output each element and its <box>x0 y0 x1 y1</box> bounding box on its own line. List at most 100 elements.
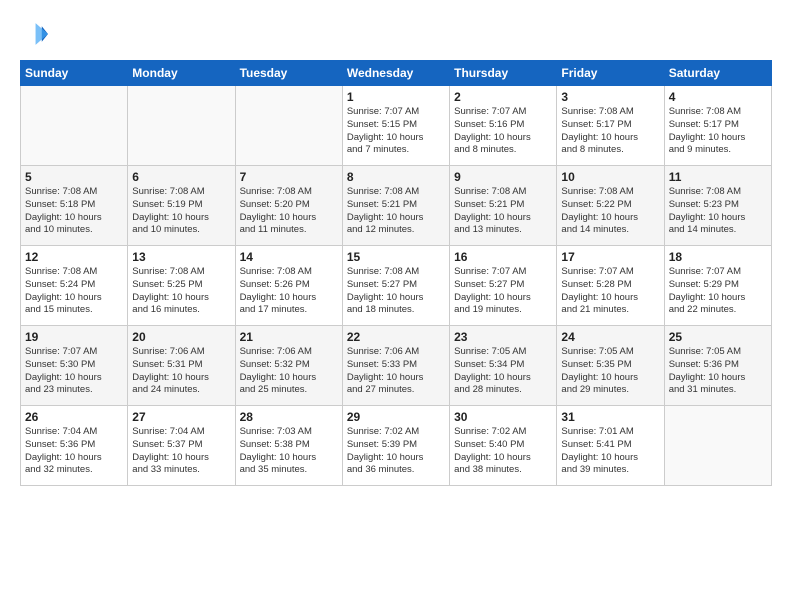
calendar-cell: 7Sunrise: 7:08 AM Sunset: 5:20 PM Daylig… <box>235 166 342 246</box>
day-number: 14 <box>240 250 338 264</box>
calendar-cell: 21 Sunrise: 7:06 AM Sunset: 5:32 PM Dayli… <box>235 326 342 406</box>
day-number: 10 <box>561 170 659 184</box>
calendar-cell: 25Sunrise: 7:05 AM Sunset: 5:36 PM Dayli… <box>664 326 771 406</box>
day-number: 31 <box>561 410 659 424</box>
day-info: Sunrise: 7:06 AM Sunset: 5:31 PM Dayligh… <box>132 346 230 397</box>
day-info: Sunrise: 7:07 AM Sunset: 5:29 PM Dayligh… <box>669 266 767 317</box>
calendar-cell: 5 Sunrise: 7:08 AM Sunset: 5:18 PM Daylig… <box>21 166 128 246</box>
day-number: 28 <box>240 410 338 424</box>
day-info: Sunrise: 7:01 AM Sunset: 5:41 PM Dayligh… <box>561 426 659 477</box>
day-number: 3 <box>561 90 659 104</box>
day-info: Sunrise: 7:07 AM Sunset: 5:27 PM Dayligh… <box>454 266 552 317</box>
calendar-cell: 6 Sunrise: 7:08 AM Sunset: 5:19 PM Daylig… <box>128 166 235 246</box>
calendar-cell: 30 Sunrise: 7:02 AM Sunset: 5:40 PM Dayli… <box>450 406 557 486</box>
calendar-cell: 20 Sunrise: 7:06 AM Sunset: 5:31 PM Dayli… <box>128 326 235 406</box>
day-info: Sunrise: 7:08 AM Sunset: 5:25 PM Dayligh… <box>132 266 230 317</box>
logo-icon <box>20 20 48 48</box>
weekday-header-wednesday: Wednesday <box>342 61 449 86</box>
logo <box>20 20 52 48</box>
day-number: 16 <box>454 250 552 264</box>
day-info: Sunrise: 7:06 AM Sunset: 5:33 PM Dayligh… <box>347 346 445 397</box>
calendar-cell: 31 Sunrise: 7:01 AM Sunset: 5:41 PM Dayli… <box>557 406 664 486</box>
day-number: 9 <box>454 170 552 184</box>
calendar-cell: 13 Sunrise: 7:08 AM Sunset: 5:25 PM Dayli… <box>128 246 235 326</box>
day-number: 20 <box>132 330 230 344</box>
calendar-cell: 3 Sunrise: 7:08 AM Sunset: 5:17 PM Daylig… <box>557 86 664 166</box>
day-number: 5 <box>25 170 123 184</box>
weekday-header-row: SundayMondayTuesdayWednesdayThursdayFrid… <box>21 61 772 86</box>
day-number: 11 <box>669 170 767 184</box>
day-number: 6 <box>132 170 230 184</box>
day-info: Sunrise: 7:05 AM Sunset: 5:35 PM Dayligh… <box>561 346 659 397</box>
calendar-cell <box>128 86 235 166</box>
calendar-cell: 26Sunrise: 7:04 AM Sunset: 5:36 PM Dayli… <box>21 406 128 486</box>
calendar-cell: 10 Sunrise: 7:08 AM Sunset: 5:22 PM Dayli… <box>557 166 664 246</box>
weekday-header-sunday: Sunday <box>21 61 128 86</box>
day-info: Sunrise: 7:02 AM Sunset: 5:39 PM Dayligh… <box>347 426 445 477</box>
day-info: Sunrise: 7:03 AM Sunset: 5:38 PM Dayligh… <box>240 426 338 477</box>
day-number: 8 <box>347 170 445 184</box>
weekday-header-thursday: Thursday <box>450 61 557 86</box>
calendar-cell: 2 Sunrise: 7:07 AM Sunset: 5:16 PM Daylig… <box>450 86 557 166</box>
calendar-table: SundayMondayTuesdayWednesdayThursdayFrid… <box>20 60 772 486</box>
day-info: Sunrise: 7:08 AM Sunset: 5:22 PM Dayligh… <box>561 186 659 237</box>
day-info: Sunrise: 7:04 AM Sunset: 5:36 PM Dayligh… <box>25 426 123 477</box>
calendar-cell: 15Sunrise: 7:08 AM Sunset: 5:27 PM Dayli… <box>342 246 449 326</box>
calendar-cell: 17 Sunrise: 7:07 AM Sunset: 5:28 PM Dayli… <box>557 246 664 326</box>
calendar-cell: 29 Sunrise: 7:02 AM Sunset: 5:39 PM Dayli… <box>342 406 449 486</box>
day-number: 22 <box>347 330 445 344</box>
calendar-cell: 22 Sunrise: 7:06 AM Sunset: 5:33 PM Dayli… <box>342 326 449 406</box>
day-info: Sunrise: 7:07 AM Sunset: 5:15 PM Dayligh… <box>347 106 445 157</box>
weekday-header-tuesday: Tuesday <box>235 61 342 86</box>
day-info: Sunrise: 7:07 AM Sunset: 5:30 PM Dayligh… <box>25 346 123 397</box>
day-info: Sunrise: 7:08 AM Sunset: 5:27 PM Dayligh… <box>347 266 445 317</box>
day-info: Sunrise: 7:08 AM Sunset: 5:19 PM Dayligh… <box>132 186 230 237</box>
day-number: 30 <box>454 410 552 424</box>
calendar-cell: 8 Sunrise: 7:08 AM Sunset: 5:21 PM Daylig… <box>342 166 449 246</box>
day-info: Sunrise: 7:08 AM Sunset: 5:17 PM Dayligh… <box>561 106 659 157</box>
day-info: Sunrise: 7:08 AM Sunset: 5:21 PM Dayligh… <box>454 186 552 237</box>
weekday-header-monday: Monday <box>128 61 235 86</box>
day-info: Sunrise: 7:07 AM Sunset: 5:28 PM Dayligh… <box>561 266 659 317</box>
calendar-cell: 19Sunrise: 7:07 AM Sunset: 5:30 PM Dayli… <box>21 326 128 406</box>
day-info: Sunrise: 7:07 AM Sunset: 5:16 PM Dayligh… <box>454 106 552 157</box>
day-number: 29 <box>347 410 445 424</box>
day-number: 21 <box>240 330 338 344</box>
calendar-cell: 27Sunrise: 7:04 AM Sunset: 5:37 PM Dayli… <box>128 406 235 486</box>
week-row-1: 1 Sunrise: 7:07 AM Sunset: 5:15 PM Daylig… <box>21 86 772 166</box>
calendar-cell: 18 Sunrise: 7:07 AM Sunset: 5:29 PM Dayli… <box>664 246 771 326</box>
weekday-header-saturday: Saturday <box>664 61 771 86</box>
calendar-cell <box>664 406 771 486</box>
day-info: Sunrise: 7:08 AM Sunset: 5:18 PM Dayligh… <box>25 186 123 237</box>
day-number: 2 <box>454 90 552 104</box>
week-row-3: 12 Sunrise: 7:08 AM Sunset: 5:24 PM Dayli… <box>21 246 772 326</box>
day-info: Sunrise: 7:08 AM Sunset: 5:24 PM Dayligh… <box>25 266 123 317</box>
day-info: Sunrise: 7:08 AM Sunset: 5:23 PM Dayligh… <box>669 186 767 237</box>
weekday-header-friday: Friday <box>557 61 664 86</box>
week-row-2: 5 Sunrise: 7:08 AM Sunset: 5:18 PM Daylig… <box>21 166 772 246</box>
day-info: Sunrise: 7:08 AM Sunset: 5:21 PM Dayligh… <box>347 186 445 237</box>
day-info: Sunrise: 7:06 AM Sunset: 5:32 PM Dayligh… <box>240 346 338 397</box>
day-number: 18 <box>669 250 767 264</box>
calendar-cell: 4 Sunrise: 7:08 AM Sunset: 5:17 PM Daylig… <box>664 86 771 166</box>
day-info: Sunrise: 7:05 AM Sunset: 5:34 PM Dayligh… <box>454 346 552 397</box>
calendar-cell <box>21 86 128 166</box>
calendar-cell: 12 Sunrise: 7:08 AM Sunset: 5:24 PM Dayli… <box>21 246 128 326</box>
day-number: 27 <box>132 410 230 424</box>
day-number: 25 <box>669 330 767 344</box>
calendar-cell: 24 Sunrise: 7:05 AM Sunset: 5:35 PM Dayli… <box>557 326 664 406</box>
day-number: 23 <box>454 330 552 344</box>
day-number: 13 <box>132 250 230 264</box>
day-number: 4 <box>669 90 767 104</box>
day-info: Sunrise: 7:02 AM Sunset: 5:40 PM Dayligh… <box>454 426 552 477</box>
day-number: 12 <box>25 250 123 264</box>
day-info: Sunrise: 7:08 AM Sunset: 5:17 PM Dayligh… <box>669 106 767 157</box>
day-number: 17 <box>561 250 659 264</box>
week-row-4: 19Sunrise: 7:07 AM Sunset: 5:30 PM Dayli… <box>21 326 772 406</box>
day-number: 1 <box>347 90 445 104</box>
calendar-cell <box>235 86 342 166</box>
day-number: 24 <box>561 330 659 344</box>
calendar-cell: 23 Sunrise: 7:05 AM Sunset: 5:34 PM Dayli… <box>450 326 557 406</box>
day-info: Sunrise: 7:08 AM Sunset: 5:26 PM Dayligh… <box>240 266 338 317</box>
day-info: Sunrise: 7:08 AM Sunset: 5:20 PM Dayligh… <box>240 186 338 237</box>
